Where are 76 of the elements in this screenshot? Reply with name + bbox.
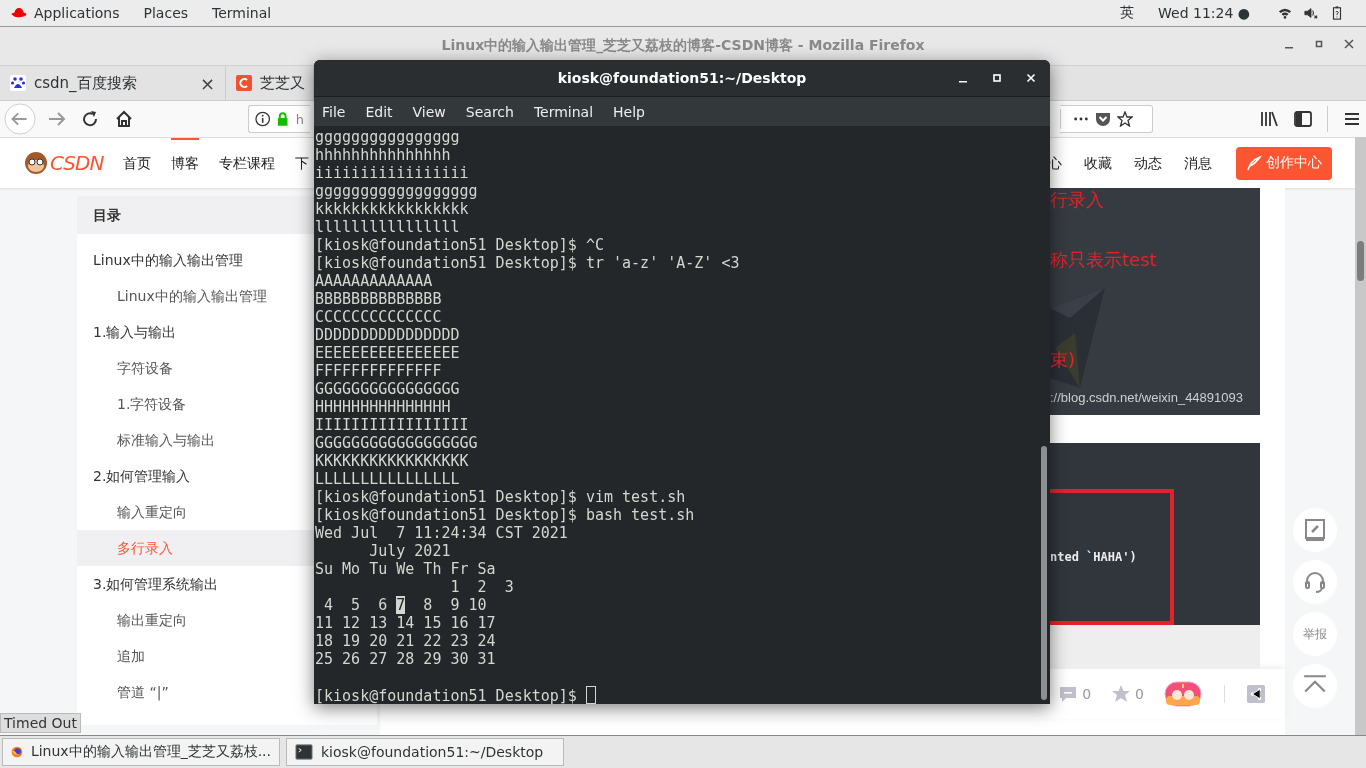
terminal-line: [kiosk@foundation51 Desktop]$ ^C xyxy=(315,236,604,254)
menu-item[interactable]: View xyxy=(412,103,446,120)
top-menu[interactable]: Applications xyxy=(34,5,120,21)
address-bar[interactable]: h xyxy=(248,105,310,133)
toc-item[interactable]: 字符设备 xyxy=(77,350,314,386)
taskbar-button[interactable]: Linux中的输入输出管理_芝芝又荔枝... xyxy=(2,738,280,766)
screenshot-url: ://blog.csdn.net/weixin_44891093 xyxy=(1050,390,1243,405)
terminal-line: iiiiiiiiiiiiiiiii xyxy=(315,164,469,182)
terminal-line: BBBBBBBBBBBBBB xyxy=(315,290,442,308)
toc-item[interactable]: Linux中的输入输出管理 xyxy=(77,242,314,278)
nav-link[interactable]: 专栏课程 xyxy=(219,138,276,188)
menu-item[interactable]: Search xyxy=(465,103,514,120)
terminal-line: July 2021 xyxy=(368,542,451,560)
terminal-line: 18 19 20 21 22 23 24 xyxy=(315,632,496,650)
float-button[interactable]: 举报 xyxy=(1293,612,1337,656)
terminal-line: 25 26 27 28 29 30 31 xyxy=(315,650,496,668)
status-label: Timed Out xyxy=(0,713,81,733)
terminal-text: 7 xyxy=(396,596,406,614)
terminal-line: DDDDDDDDDDDDDDDD xyxy=(315,326,460,344)
toc-item[interactable]: 输入重定向 xyxy=(77,494,314,530)
count: 0 xyxy=(1135,686,1144,702)
terminal-line: Wed Jul 7 11:24:34 CST 2021 xyxy=(315,524,568,542)
menu-item[interactable]: Help xyxy=(613,103,645,120)
terminal-line: AAAAAAAAAAAAA xyxy=(315,272,433,290)
window-title: Linux中的输入输出管理_芝芝又荔枝的博客-CSDN博客 - Mozilla Firefox xyxy=(441,37,925,55)
terminal-line: FFFFFFFFFFFFFF xyxy=(315,362,442,380)
toc-item[interactable]: 1.字符设备 xyxy=(77,386,314,422)
close-tab-button[interactable]: × xyxy=(199,72,215,94)
clock[interactable]: Wed 11:24 ● xyxy=(1158,5,1250,21)
terminal-line: KKKKKKKKKKKKKKKKK xyxy=(315,452,469,470)
toc-item[interactable]: 2.如何管理输入 xyxy=(77,458,314,494)
top-menu[interactable]: Places xyxy=(143,5,189,21)
terminal-line: GGGGGGGGGGGGGGGGGG xyxy=(315,434,478,452)
terminal-line: HHHHHHHHHHHHHHH xyxy=(315,398,451,416)
nav-link[interactable]: 下 xyxy=(295,138,310,188)
terminal-line: [kiosk@foundation51 Desktop]$ bash test.sh xyxy=(315,506,695,524)
nav-link[interactable]: 消息 xyxy=(1184,138,1212,188)
menu-item[interactable]: Edit xyxy=(365,103,393,120)
count: 0 xyxy=(1082,686,1092,702)
window-title: kiosk@foundation51:~/Desktop xyxy=(557,70,807,86)
nav-link[interactable]: 收藏 xyxy=(1084,138,1112,188)
toc-item[interactable]: 管道 “|” xyxy=(77,674,314,710)
nav-link[interactable]: 首页 xyxy=(123,138,152,188)
toc-item[interactable]: 追加 xyxy=(77,638,314,674)
screenshot-text: 束) xyxy=(1050,348,1076,372)
toc-item[interactable]: 输出重定向 xyxy=(77,602,314,638)
taskbar-button[interactable]: kiosk@foundation51:~/Desktop xyxy=(286,738,564,766)
terminal-line: Su Mo Tu We Th Fr Sa xyxy=(315,560,496,578)
terminal-text: 4 5 6 xyxy=(323,596,389,614)
input-method[interactable]: 英 xyxy=(1120,4,1134,22)
menu-item[interactable]: Terminal xyxy=(533,103,594,120)
terminal-line: hhhhhhhhhhhhhhh xyxy=(315,146,451,164)
terminal-line: EEEEEEEEEEEEEEEE xyxy=(315,344,460,362)
toc-item[interactable]: 标准输入与输出 xyxy=(77,422,314,458)
toc-item[interactable]: Linux中的输入输出管理 xyxy=(77,278,314,314)
terminal-line: [kiosk@foundation51 Desktop]$ vim test.sh xyxy=(315,488,686,506)
terminal-line: 11 12 13 14 15 16 17 xyxy=(315,614,496,632)
toc-item[interactable]: 1.输入与输出 xyxy=(77,314,314,350)
terminal-line: [kiosk@foundation51 Desktop]$ xyxy=(315,687,577,704)
terminal-line: GGGGGGGGGGGGGGGG xyxy=(315,380,460,398)
toc-item[interactable]: 3.如何管理系统输出 xyxy=(77,566,314,602)
screenshot-text: 称只表示test xyxy=(1050,248,1157,272)
menu-item[interactable]: File xyxy=(322,103,346,120)
top-menu[interactable]: Terminal xyxy=(212,5,272,21)
screenshot-text: 行录入 xyxy=(1050,188,1104,212)
nav-link[interactable]: 动态 xyxy=(1134,138,1162,188)
terminal-line: [kiosk@foundation51 Desktop]$ tr 'a-z' 'A-Z' <3 xyxy=(315,254,740,272)
screenshot-text: nted `HAHA') xyxy=(1050,550,1137,564)
terminal-line: CCCCCCCCCCCCCC xyxy=(315,308,442,326)
nav-link[interactable]: 博客 xyxy=(171,138,200,188)
browser-tab[interactable]: csdn_百度搜索 × xyxy=(0,66,226,100)
terminal-line: 1 2 3 xyxy=(449,578,514,596)
terminal-line: LLLLLLLLLLLLLLLL xyxy=(315,470,460,488)
terminal-line: IIIIIIIIIIIIIIIII xyxy=(315,416,469,434)
terminal-text: 8 9 10 xyxy=(422,596,487,614)
terminal-line: gggggggggggggggg xyxy=(315,128,460,146)
